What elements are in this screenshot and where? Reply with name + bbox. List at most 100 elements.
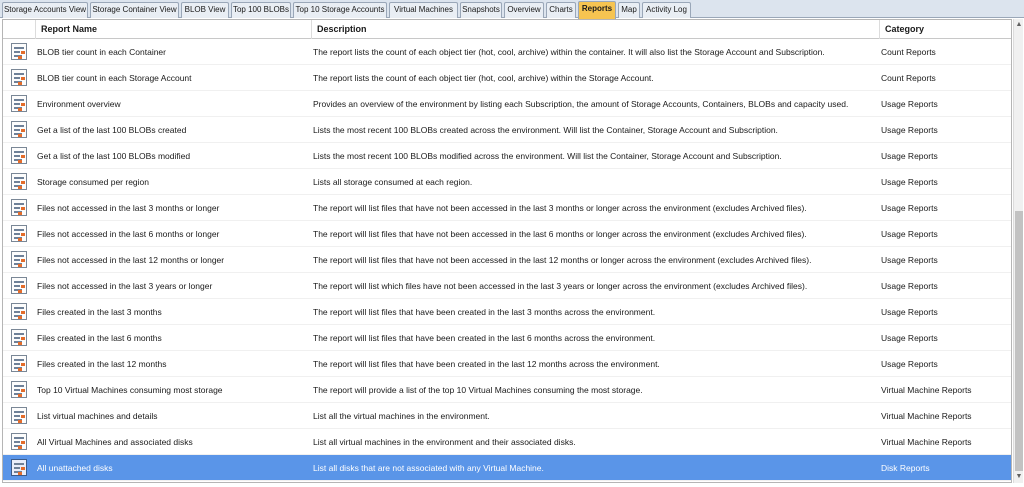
- report-name: All unattached disks: [37, 463, 113, 473]
- report-name: BLOB tier count in each Storage Account: [37, 73, 192, 83]
- report-description: The report will provide a list of the to…: [313, 385, 643, 395]
- tab-charts[interactable]: Charts: [546, 2, 576, 18]
- header-description[interactable]: Description: [312, 20, 880, 39]
- report-icon: [11, 43, 27, 60]
- report-icon: [11, 277, 27, 294]
- report-category: Usage Reports: [881, 177, 938, 187]
- report-description: The report will list files that have bee…: [313, 333, 656, 343]
- report-description: List all disks that are not associated w…: [313, 463, 544, 473]
- report-description: The report will list files that have bee…: [313, 359, 660, 369]
- report-icon: [11, 329, 27, 346]
- table-row[interactable]: Files not accessed in the last 12 months…: [3, 247, 1011, 273]
- table-row[interactable]: Files not accessed in the last 3 months …: [3, 195, 1011, 221]
- tab-storage-container-view[interactable]: Storage Container View: [90, 2, 179, 18]
- report-category: Usage Reports: [881, 151, 938, 161]
- report-icon: [11, 121, 27, 138]
- report-icon: [11, 303, 27, 320]
- table-row[interactable]: Files created in the last 12 months The r…: [3, 351, 1011, 377]
- report-description: The report will list files that have not…: [313, 203, 807, 213]
- report-name: Files created in the last 3 months: [37, 307, 162, 317]
- report-name: All Virtual Machines and associated disk…: [37, 437, 193, 447]
- report-description: The report will list files that have bee…: [313, 307, 656, 317]
- tab-activity-log[interactable]: Activity Log: [642, 2, 691, 18]
- table-row[interactable]: Top 10 Virtual Machines consuming most s…: [3, 377, 1011, 403]
- table-row[interactable]: All Virtual Machines and associated disk…: [3, 429, 1011, 455]
- report-description: Lists the most recent 100 BLOBs created …: [313, 125, 778, 135]
- tab-reports[interactable]: Reports: [578, 1, 616, 19]
- report-description: The report lists the count of each objec…: [313, 73, 654, 83]
- report-icon: [11, 199, 27, 216]
- tab-blob-view[interactable]: BLOB View: [181, 2, 229, 18]
- report-icon: [11, 251, 27, 268]
- scroll-down-arrow-icon[interactable]: ▼: [1014, 471, 1024, 483]
- report-icon: [11, 381, 27, 398]
- header-icon-column: [3, 20, 36, 39]
- table-row[interactable]: Get a list of the last 100 BLOBs created…: [3, 117, 1011, 143]
- report-icon: [11, 225, 27, 242]
- report-name: Files not accessed in the last 3 months …: [37, 203, 220, 213]
- report-category: Usage Reports: [881, 99, 938, 109]
- report-name: Files not accessed in the last 3 years o…: [37, 281, 213, 291]
- tab-bar: Storage Accounts View Storage Container …: [0, 0, 1024, 19]
- scroll-up-arrow-icon[interactable]: ▲: [1014, 19, 1024, 31]
- report-category: Count Reports: [881, 47, 936, 57]
- report-description: List all the virtual machines in the env…: [313, 411, 490, 421]
- tab-map[interactable]: Map: [618, 2, 640, 18]
- report-icon: [11, 69, 27, 86]
- report-name: Storage consumed per region: [37, 177, 149, 187]
- report-category: Usage Reports: [881, 125, 938, 135]
- report-icon: [11, 433, 27, 450]
- report-name: Top 10 Virtual Machines consuming most s…: [37, 385, 223, 395]
- table-row[interactable]: Files created in the last 6 months The re…: [3, 325, 1011, 351]
- report-description: Lists all storage consumed at each regio…: [313, 177, 473, 187]
- report-category: Count Reports: [881, 73, 936, 83]
- report-name: Environment overview: [37, 99, 121, 109]
- report-description: Lists the most recent 100 BLOBs modified…: [313, 151, 782, 161]
- table-row[interactable]: Files created in the last 3 months The re…: [3, 299, 1011, 325]
- report-name: Files created in the last 6 months: [37, 333, 162, 343]
- report-category: Virtual Machine Reports: [881, 385, 972, 395]
- report-description: Provides an overview of the environment …: [313, 99, 849, 109]
- report-name: Get a list of the last 100 BLOBs created: [37, 125, 187, 135]
- table-row[interactable]: Storage consumed per region Lists all sto…: [3, 169, 1011, 195]
- table-row-selected[interactable]: All unattached disks List all disks that …: [3, 455, 1011, 481]
- header-category[interactable]: Category: [880, 20, 1011, 39]
- grid-header: Report Name Description Category: [3, 20, 1011, 39]
- tab-storage-accounts-view[interactable]: Storage Accounts View: [2, 2, 88, 18]
- table-row[interactable]: Files not accessed in the last 3 years o…: [3, 273, 1011, 299]
- reports-grid: Report Name Description Category BLOB ti…: [2, 19, 1012, 483]
- report-name: Files created in the last 12 months: [37, 359, 167, 369]
- table-row[interactable]: BLOB tier count in each Container The rep…: [3, 39, 1011, 65]
- table-row[interactable]: BLOB tier count in each Storage Account T…: [3, 65, 1011, 91]
- report-category: Usage Reports: [881, 359, 938, 369]
- report-description: The report will list which files have no…: [313, 281, 808, 291]
- report-name: BLOB tier count in each Container: [37, 47, 166, 57]
- table-row[interactable]: Get a list of the last 100 BLOBs modifie…: [3, 143, 1011, 169]
- report-name: Files not accessed in the last 6 months …: [37, 229, 220, 239]
- header-report-name[interactable]: Report Name: [36, 20, 312, 39]
- report-name: List virtual machines and details: [37, 411, 158, 421]
- table-row[interactable]: Files not accessed in the last 6 months …: [3, 221, 1011, 247]
- report-icon: [11, 95, 27, 112]
- report-category: Virtual Machine Reports: [881, 437, 972, 447]
- table-row[interactable]: Environment overview Provides an overview…: [3, 91, 1011, 117]
- report-icon: [11, 173, 27, 190]
- report-category: Virtual Machine Reports: [881, 411, 972, 421]
- report-description: The report will list files that have not…: [313, 255, 812, 265]
- tab-snapshots[interactable]: Snapshots: [460, 2, 502, 18]
- report-description: List all virtual machines in the environ…: [313, 437, 576, 447]
- tab-top-100-blobs[interactable]: Top 100 BLOBs: [231, 2, 291, 18]
- vertical-scrollbar[interactable]: ▲ ▼: [1013, 19, 1023, 483]
- report-description: The report will list files that have not…: [313, 229, 807, 239]
- report-category: Usage Reports: [881, 307, 938, 317]
- tab-top-10-storage-accounts[interactable]: Top 10 Storage Accounts: [293, 2, 387, 18]
- scrollbar-thumb[interactable]: [1015, 211, 1023, 471]
- tab-virtual-machines[interactable]: Virtual Machines: [389, 2, 458, 18]
- table-row[interactable]: List virtual machines and details List al…: [3, 403, 1011, 429]
- report-description: The report lists the count of each objec…: [313, 47, 825, 57]
- report-category: Disk Reports: [881, 463, 930, 473]
- report-category: Usage Reports: [881, 281, 938, 291]
- tab-overview[interactable]: Overview: [504, 2, 544, 18]
- report-name: Get a list of the last 100 BLOBs modifie…: [37, 151, 191, 161]
- report-category: Usage Reports: [881, 203, 938, 213]
